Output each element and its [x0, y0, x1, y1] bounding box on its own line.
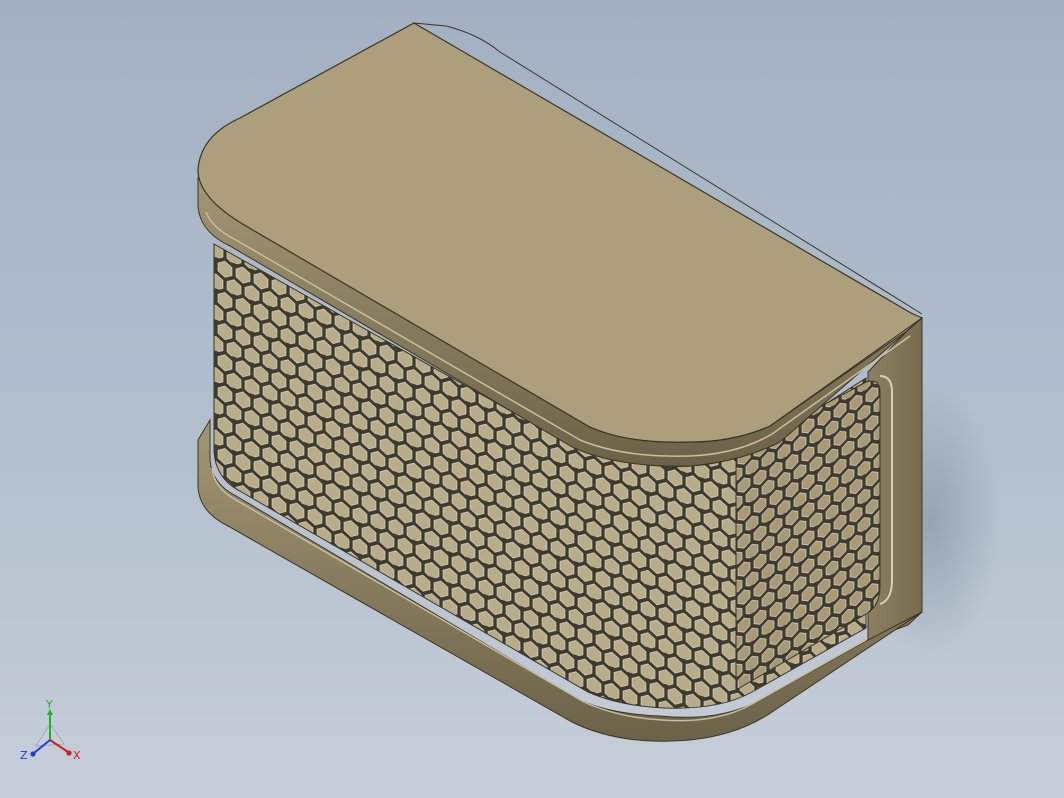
y-axis-label: Y: [45, 700, 53, 711]
x-axis-arrow-icon: [66, 750, 72, 756]
x-axis-label: X: [73, 749, 81, 762]
z-axis-label: Z: [20, 749, 28, 762]
model-scene[interactable]: [0, 0, 1064, 798]
z-axis-arrow-icon: [30, 751, 36, 757]
orientation-triad[interactable]: Y X Z: [20, 700, 90, 770]
3d-viewport[interactable]: Y X Z: [0, 0, 1064, 798]
